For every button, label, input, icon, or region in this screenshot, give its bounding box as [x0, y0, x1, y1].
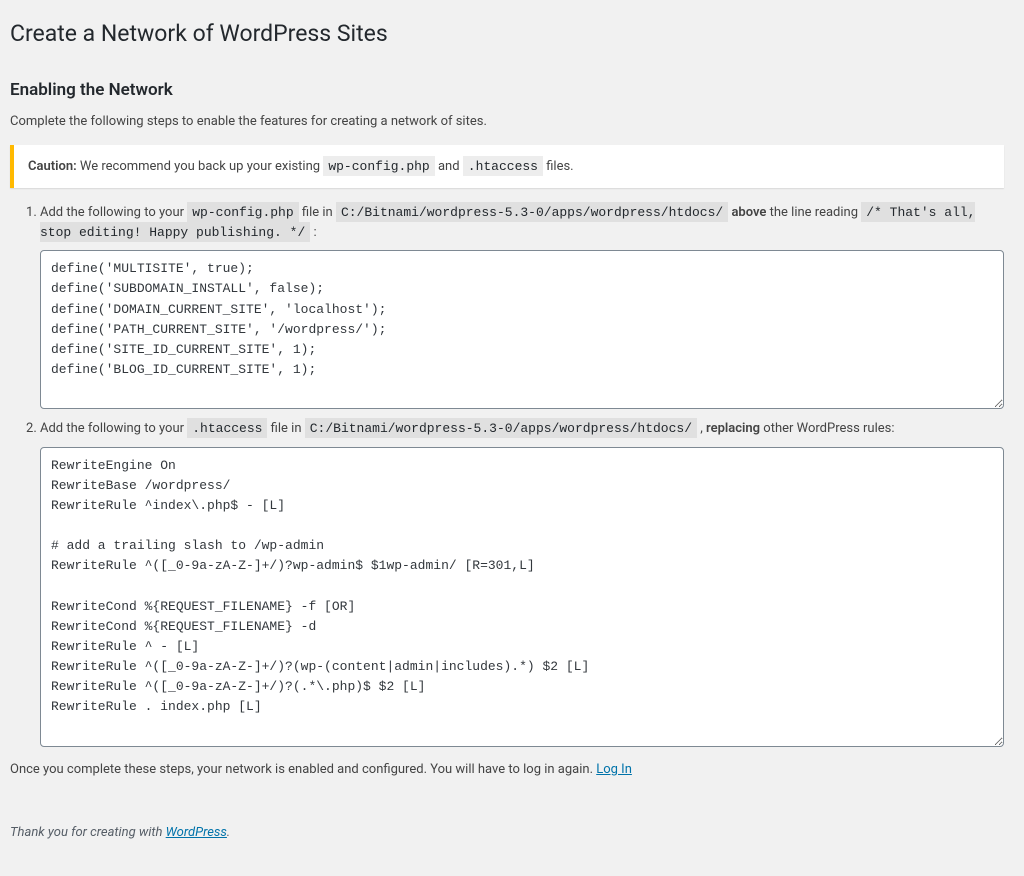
footer: Thank you for creating with WordPress.	[10, 823, 1004, 876]
page-title: Create a Network of WordPress Sites	[10, 10, 1004, 53]
step2-code2: C:/Bitnami/wordpress-5.3-0/apps/wordpres…	[305, 418, 697, 438]
step2-pre: Add the following to your	[40, 421, 187, 436]
caution-before: We recommend you back up your existing	[77, 159, 324, 174]
footer-thanks: Thank you for creating with	[10, 825, 166, 840]
footer-period: .	[227, 825, 230, 840]
footer-text: Thank you for creating with WordPress.	[10, 823, 1004, 843]
wp-config-code: wp-config.php	[323, 156, 434, 176]
intro-text: Complete the following steps to enable t…	[10, 112, 1004, 132]
outro-msg: Once you complete these steps, your netw…	[10, 762, 596, 777]
caution-notice: Caution: We recommend you back up your e…	[10, 145, 1004, 189]
wordpress-link[interactable]: WordPress	[166, 825, 227, 840]
step1-code2: C:/Bitnami/wordpress-5.3-0/apps/wordpres…	[336, 202, 728, 222]
outro-text: Once you complete these steps, your netw…	[10, 760, 1004, 780]
wp-config-textarea[interactable]	[40, 250, 1004, 409]
step1-pre: Add the following to your	[40, 205, 187, 220]
login-link[interactable]: Log In	[596, 762, 632, 777]
section-heading: Enabling the Network	[10, 81, 1004, 99]
caution-label: Caution:	[28, 159, 77, 174]
step1-mid3: the line reading	[766, 205, 861, 220]
step1-colon: :	[310, 225, 316, 240]
caution-and: and	[435, 159, 463, 174]
step2-mid2: ,	[697, 421, 706, 436]
htaccess-code: .htaccess	[463, 156, 543, 176]
step2-code1: .htaccess	[187, 418, 267, 438]
step1-code1: wp-config.php	[187, 202, 298, 222]
step1-above: above	[731, 205, 766, 220]
steps-list: Add the following to your wp-config.php …	[10, 203, 1004, 746]
caution-text: Caution: We recommend you back up your e…	[26, 155, 992, 179]
htaccess-textarea[interactable]	[40, 447, 1004, 747]
caution-after: files.	[543, 159, 574, 174]
step-1: Add the following to your wp-config.php …	[40, 203, 1004, 409]
step2-replacing: replacing	[706, 421, 760, 436]
step2-after: other WordPress rules:	[760, 421, 894, 436]
step1-mid1: file in	[299, 205, 336, 220]
step2-mid1: file in	[267, 421, 304, 436]
page-wrap: Create a Network of WordPress Sites Enab…	[0, 0, 1024, 876]
step-2: Add the following to your .htaccess file…	[40, 419, 1004, 746]
